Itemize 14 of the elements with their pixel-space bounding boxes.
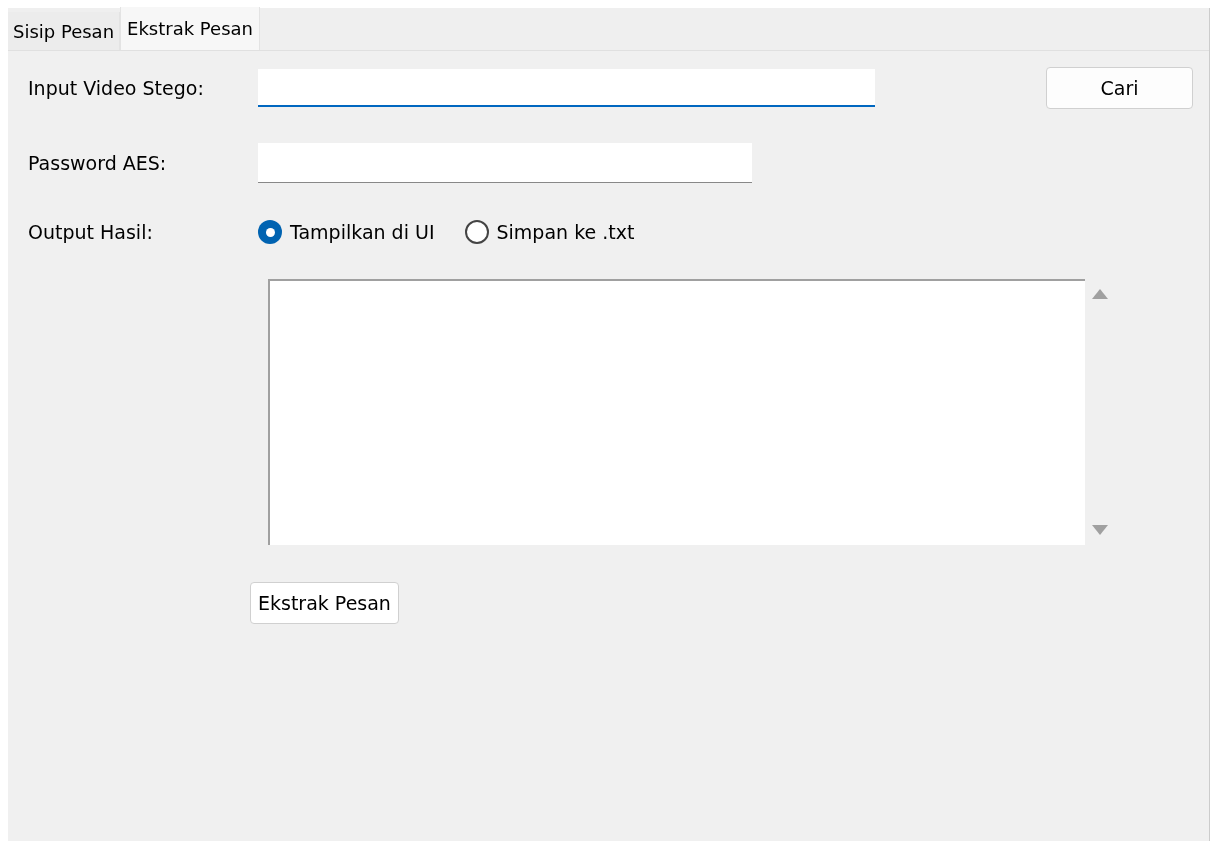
scroll-down-icon[interactable] — [1092, 525, 1108, 535]
tab[interactable]: Ekstrak Pesan — [120, 7, 260, 50]
radio-option[interactable]: Tampilkan di UI — [258, 217, 435, 247]
radio-button[interactable] — [258, 220, 282, 244]
extract-button[interactable]: Ekstrak Pesan — [250, 582, 399, 624]
input-field[interactable] — [258, 69, 875, 107]
radio-option[interactable]: Simpan ke .txt — [464, 217, 635, 247]
password-field[interactable] — [258, 143, 752, 183]
radio-button[interactable] — [464, 220, 489, 244]
scroll-up-icon[interactable] — [1092, 289, 1108, 299]
field-label: Output Hasil: — [28, 219, 154, 245]
field-label: Password AES: — [28, 150, 168, 176]
browse-button[interactable]: Cari — [1046, 67, 1193, 109]
field-label: Input Video Stego: — [28, 75, 205, 101]
